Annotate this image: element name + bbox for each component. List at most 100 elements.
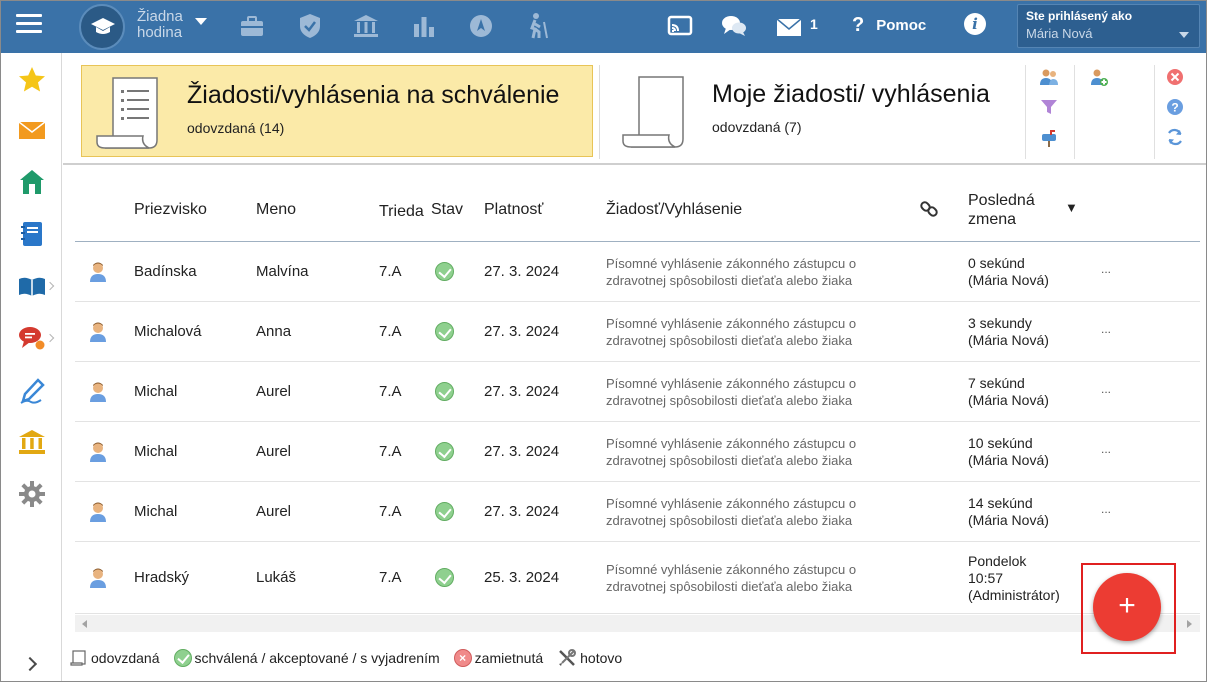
cell-request[interactable]: Písomné vyhlásenie zákonného zástupcu o … [606, 495, 906, 529]
column-name[interactable]: Meno [256, 201, 296, 219]
briefcase-icon[interactable] [238, 12, 266, 40]
table-row[interactable]: Michalová Anna 7.A 27. 3. 2024 Písomné v… [75, 302, 1200, 362]
cell-validity: 27. 3. 2024 [484, 323, 560, 340]
scroll-document-icon [96, 77, 158, 149]
compass-icon[interactable] [467, 12, 495, 40]
cast-icon[interactable] [666, 12, 694, 40]
row-more-button[interactable]: ... [1101, 382, 1111, 396]
card-approval[interactable]: Žiadosti/vyhlásenia na schválenie odovzd… [81, 65, 593, 157]
filter-icon[interactable] [1039, 97, 1059, 117]
home-icon[interactable] [17, 167, 47, 197]
card-approval-count: odovzdaná (14) [187, 120, 285, 136]
cell-class: 7.A [379, 383, 402, 400]
row-more-button[interactable]: ... [1101, 442, 1111, 456]
sort-desc-icon[interactable]: ▼ [1065, 200, 1078, 215]
add-user-icon[interactable] [1089, 67, 1109, 87]
scroll-left-icon[interactable] [82, 620, 87, 628]
messages-count[interactable]: 1 [810, 16, 818, 32]
user-menu[interactable]: Ste prihlásený ako Mária Nová [1017, 4, 1200, 48]
card-approval-title: Žiadosti/vyhlásenia na schválenie [187, 81, 560, 109]
book-icon[interactable] [17, 271, 47, 301]
cell-last-change-line1: 3 sekundy [968, 315, 1032, 331]
cell-request-line2: zdravotnej spôsobilosti dieťaťa alebo ži… [606, 579, 853, 594]
card-mine[interactable]: Moje žiadosti/ vyhlásenia odovzdaná (7) [608, 65, 1028, 157]
student-avatar-icon [90, 568, 106, 588]
scroll-right-icon[interactable] [1187, 620, 1192, 628]
chevron-right-icon[interactable] [45, 281, 55, 291]
cell-name: Aurel [256, 503, 292, 520]
bar-chart-icon[interactable] [410, 12, 438, 40]
legend-done-label: hotovo [580, 650, 623, 666]
cell-last-change-line2: (Mária Nová) [968, 512, 1049, 528]
help-icon[interactable]: ? [1165, 97, 1185, 117]
column-surname[interactable]: Priezvisko [134, 201, 207, 219]
table-row[interactable]: Hradský Lukáš 7.A 25. 3. 2024 Písomné vy… [75, 542, 1200, 614]
bank-icon[interactable] [352, 12, 380, 40]
row-more-button[interactable]: ... [1101, 262, 1111, 276]
column-state[interactable]: Stav [431, 201, 463, 219]
cell-class: 7.A [379, 263, 402, 280]
gear-icon[interactable] [17, 479, 47, 509]
cell-last-change-line1: Pondelok [968, 552, 1027, 569]
cell-last-change: 7 sekúnd (Mária Nová) [968, 375, 1049, 409]
add-request-button[interactable]: + [1093, 573, 1161, 641]
bank-icon[interactable] [17, 427, 47, 457]
mail-icon[interactable] [17, 115, 47, 145]
users-icon[interactable] [1039, 67, 1059, 87]
cell-request[interactable]: Písomné vyhlásenie zákonného zástupcu o … [606, 255, 906, 289]
column-last-change[interactable]: Posledná zmena [968, 191, 1035, 229]
chevron-down-icon[interactable] [195, 18, 207, 25]
help-button[interactable]: ? Pomoc [852, 14, 926, 37]
chevron-right-icon[interactable] [45, 333, 55, 343]
star-icon[interactable] [17, 65, 47, 95]
cell-request[interactable]: Písomné vyhlásenie zákonného zástupcu o … [606, 561, 906, 595]
row-more-button[interactable]: ... [1101, 322, 1111, 336]
request-cards: Žiadosti/vyhlásenia na schválenie odovzd… [63, 53, 1207, 165]
menu-icon[interactable] [16, 14, 42, 36]
cell-class: 7.A [379, 323, 402, 340]
cell-request-line1: Písomné vyhlásenie zákonného zástupcu o [606, 316, 857, 331]
table-row[interactable]: Michal Aurel 7.A 27. 3. 2024 Písomné vyh… [75, 482, 1200, 542]
column-class[interactable]: Trieda [379, 203, 425, 221]
cell-last-change-line1: 0 sekúnd [968, 255, 1025, 271]
hiking-icon[interactable] [524, 12, 552, 40]
scroll-document-icon [622, 76, 684, 148]
pen-icon[interactable] [17, 375, 47, 405]
info-icon[interactable]: i [964, 13, 986, 35]
cell-last-change-line2: (Mária Nová) [968, 452, 1049, 468]
column-validity[interactable]: Platnosť [484, 201, 543, 219]
column-request[interactable]: Žiadosť/Vyhlásenie [606, 201, 742, 219]
row-more-button[interactable]: ... [1101, 502, 1111, 516]
chat-icon[interactable] [17, 323, 47, 353]
cell-name: Lukáš [256, 569, 297, 586]
card-mine-title: Moje žiadosti/ vyhlásenia [712, 80, 990, 108]
lesson-selector[interactable]: Žiadna hodina [137, 9, 183, 41]
cell-name: Aurel [256, 443, 292, 460]
mail-icon[interactable] [775, 13, 803, 41]
cell-surname: Michal [134, 503, 178, 520]
expand-sidebar-icon[interactable] [22, 656, 38, 672]
table-row[interactable]: Michal Aurel 7.A 27. 3. 2024 Písomné vyh… [75, 362, 1200, 422]
help-icon: ? [852, 14, 865, 36]
sidebar [0, 53, 62, 682]
refresh-icon[interactable] [1165, 127, 1185, 147]
link-icon[interactable] [920, 200, 938, 218]
table-row[interactable]: Badínska Malvína 7.A 27. 3. 2024 Písomné… [75, 242, 1200, 302]
close-icon[interactable] [1165, 67, 1185, 87]
legend-done: hotovo [557, 648, 622, 668]
table-header: Priezvisko Meno Trieda Stav Platnosť Žia… [75, 176, 1200, 242]
mailbox-icon[interactable] [1039, 127, 1059, 147]
divider [599, 65, 600, 159]
notebook-icon[interactable] [17, 219, 47, 249]
horizontal-scrollbar[interactable] [75, 615, 1200, 632]
shield-icon[interactable] [296, 12, 324, 40]
cell-request[interactable]: Písomné vyhlásenie zákonného zástupcu o … [606, 315, 906, 349]
cell-name: Malvína [256, 263, 309, 280]
graduation-cap-icon[interactable] [79, 4, 125, 50]
chat-icon[interactable] [720, 12, 748, 40]
table-row[interactable]: Michal Aurel 7.A 27. 3. 2024 Písomné vyh… [75, 422, 1200, 482]
cell-request-line1: Písomné vyhlásenie zákonného zástupcu o [606, 562, 857, 577]
cell-request[interactable]: Písomné vyhlásenie zákonného zástupcu o … [606, 375, 906, 409]
cell-request[interactable]: Písomné vyhlásenie zákonného zástupcu o … [606, 435, 906, 469]
divider [1025, 65, 1026, 159]
